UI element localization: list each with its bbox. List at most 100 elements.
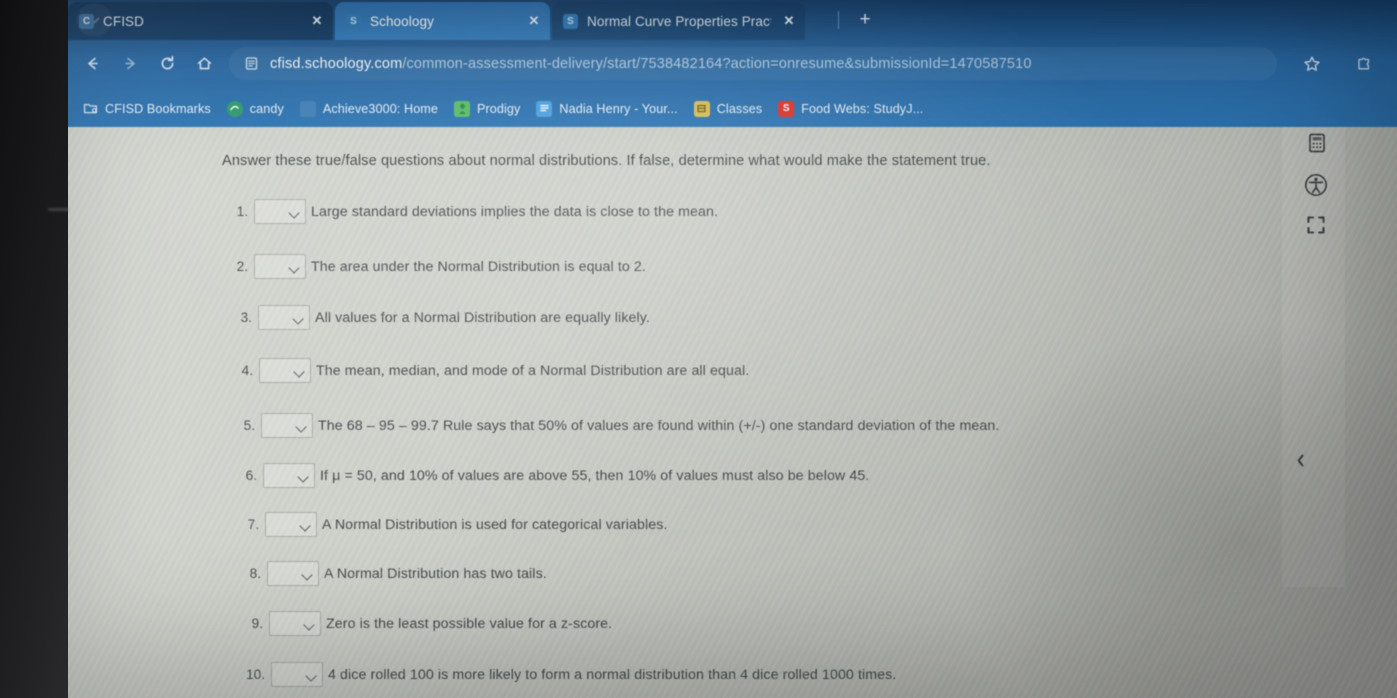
- close-icon[interactable]: ✕: [781, 13, 797, 29]
- home-icon: [197, 57, 212, 70]
- docs-favicon: [536, 100, 553, 117]
- arrow-right-icon: [125, 57, 135, 70]
- question-number: 8.: [249, 566, 261, 581]
- question-text: A Normal Distribution is used for catego…: [322, 516, 668, 533]
- tab-title: CFISD: [103, 13, 144, 29]
- question-text: A Normal Distribution has two tails.: [324, 565, 547, 582]
- monitor-photo: C CFISD ✕ S Schoology ✕ S Normal Curve P…: [0, 0, 1397, 698]
- question-text: If μ = 50, and 10% of values are above 5…: [320, 467, 870, 484]
- tab-title: Normal Curve Properties Pract: [587, 13, 771, 29]
- bookmark-nadia-henry[interactable]: Nadia Henry - Your...: [536, 96, 678, 121]
- question-text: 4 dice rolled 100 is more likely to form…: [328, 666, 897, 683]
- achieve3000-favicon: [299, 100, 316, 117]
- chevron-left-icon: [1297, 454, 1303, 466]
- bookmark-label: Achieve3000: Home: [322, 101, 439, 116]
- puzzle-icon: [1357, 57, 1369, 69]
- classroom-favicon: [693, 100, 710, 117]
- question-number: 7.: [247, 517, 259, 532]
- page-info-icon[interactable]: [243, 56, 259, 72]
- bookmark-label: Food Webs: StudyJ...: [801, 101, 924, 116]
- answer-select-3[interactable]: [258, 305, 310, 330]
- close-icon[interactable]: ✕: [309, 13, 325, 29]
- tab-divider: [838, 11, 839, 29]
- browser-chrome: C CFISD ✕ S Schoology ✕ S Normal Curve P…: [68, 0, 1397, 127]
- question-number: 2.: [236, 259, 248, 274]
- forward-button[interactable]: [115, 48, 146, 79]
- studyjams-favicon: S: [778, 100, 795, 117]
- schoology-favicon: S: [563, 13, 578, 29]
- screen: C CFISD ✕ S Schoology ✕ S Normal Curve P…: [68, 0, 1397, 698]
- bookmark-candy[interactable]: candy: [226, 96, 284, 121]
- question-number: 9.: [251, 616, 263, 631]
- browser-tab-cfisd[interactable]: C CFISD ✕: [68, 2, 333, 40]
- accessibility-icon[interactable]: [1301, 170, 1331, 200]
- bookmarks-bar: CFISD Bookmarks candy Achieve3000: Home: [68, 90, 1397, 127]
- calculator-icon[interactable]: [1304, 130, 1330, 156]
- browser-toolbar: cfisd.schoology.com/common-assessment-de…: [68, 42, 1397, 86]
- bookmark-label: Prodigy: [477, 101, 521, 116]
- answer-select-5[interactable]: [261, 413, 313, 438]
- arrow-left-icon: [88, 57, 98, 70]
- tab-strip: C CFISD ✕ S Schoology ✕ S Normal Curve P…: [68, 0, 1397, 42]
- answer-select-6[interactable]: [263, 463, 315, 488]
- answer-select-7[interactable]: [265, 512, 317, 537]
- answer-select-10[interactable]: [271, 662, 323, 687]
- bookmark-label: candy: [249, 101, 284, 116]
- folder-icon: [82, 101, 98, 117]
- question-row: 1. Large standard deviations implies the…: [222, 199, 718, 224]
- answer-select-2[interactable]: [254, 254, 306, 279]
- address-bar[interactable]: cfisd.schoology.com/common-assessment-de…: [229, 47, 1277, 80]
- question-text: Large standard deviations implies the da…: [311, 203, 719, 220]
- bookmark-food-webs[interactable]: S Food Webs: StudyJ...: [778, 96, 923, 121]
- question-text: All values for a Normal Distribution are…: [315, 309, 650, 326]
- new-tab-button[interactable]: +: [852, 7, 878, 33]
- question-row: 10. 4 dice rolled 100 is more likely to …: [239, 662, 896, 687]
- star-icon: [1303, 56, 1320, 71]
- bookmark-achieve3000[interactable]: Achieve3000: Home: [299, 96, 439, 121]
- prodigy-favicon: [454, 100, 471, 117]
- back-button[interactable]: [77, 48, 108, 79]
- bookmark-classes[interactable]: Classes: [693, 96, 763, 121]
- browser-tab-schoology[interactable]: S Schoology ✕: [335, 2, 550, 40]
- question-number: 10.: [246, 667, 265, 682]
- bookmark-cfisd-bookmarks[interactable]: CFISD Bookmarks: [82, 96, 211, 121]
- url-path: /common-assessment-delivery/start/753848…: [402, 55, 1032, 72]
- answer-select-4[interactable]: [259, 358, 311, 383]
- question-row: 9. Zero is the least possible value for …: [237, 611, 612, 636]
- question-row: 2. The area under the Normal Distributio…: [222, 254, 646, 279]
- collapse-panel-button[interactable]: [1287, 447, 1313, 473]
- home-button[interactable]: [189, 48, 220, 79]
- fullscreen-expand-icon[interactable]: [1303, 212, 1329, 238]
- assessment-form: Answer these true/false questions about …: [222, 127, 1282, 698]
- schoology-favicon: S: [346, 13, 361, 29]
- extensions-button[interactable]: [1349, 49, 1378, 78]
- question-number: 4.: [241, 363, 253, 378]
- candy-favicon: [226, 100, 243, 117]
- monitor-bezel-left: [0, 0, 68, 698]
- question-text: The area under the Normal Distribution i…: [311, 258, 646, 275]
- url-host: cfisd.schoology.com: [270, 55, 403, 72]
- answer-select-8[interactable]: [267, 561, 319, 586]
- reload-button[interactable]: [152, 48, 183, 79]
- close-icon[interactable]: ✕: [526, 13, 542, 29]
- browser-tab-normal-curve[interactable]: S Normal Curve Properties Pract ✕: [552, 2, 805, 40]
- bookmark-label: Classes: [716, 101, 763, 116]
- question-number: 6.: [245, 468, 257, 483]
- answer-select-9[interactable]: [269, 611, 321, 636]
- instructions-text: Answer these true/false questions about …: [222, 153, 991, 169]
- question-number: 5.: [243, 418, 255, 433]
- answer-select-1[interactable]: [254, 199, 306, 224]
- question-text: The mean, median, and mode of a Normal D…: [316, 362, 750, 379]
- question-row: 3. All values for a Normal Distribution …: [226, 305, 650, 330]
- tab-title: Schoology: [370, 13, 434, 29]
- page-content: Answer these true/false questions about …: [68, 127, 1397, 698]
- question-number: 3.: [240, 310, 252, 325]
- url-text: cfisd.schoology.com/common-assessment-de…: [270, 56, 1032, 72]
- question-text: The 68 – 95 – 99.7 Rule says that 50% of…: [318, 417, 1000, 434]
- question-text: Zero is the least possible value for a z…: [326, 615, 613, 632]
- question-number: 1.: [236, 204, 248, 219]
- question-row: 8. A Normal Distribution has two tails.: [235, 561, 547, 586]
- bookmark-star-button[interactable]: [1297, 49, 1326, 78]
- question-row: 7. A Normal Distribution is used for cat…: [233, 512, 667, 537]
- bookmark-prodigy[interactable]: Prodigy: [454, 96, 520, 121]
